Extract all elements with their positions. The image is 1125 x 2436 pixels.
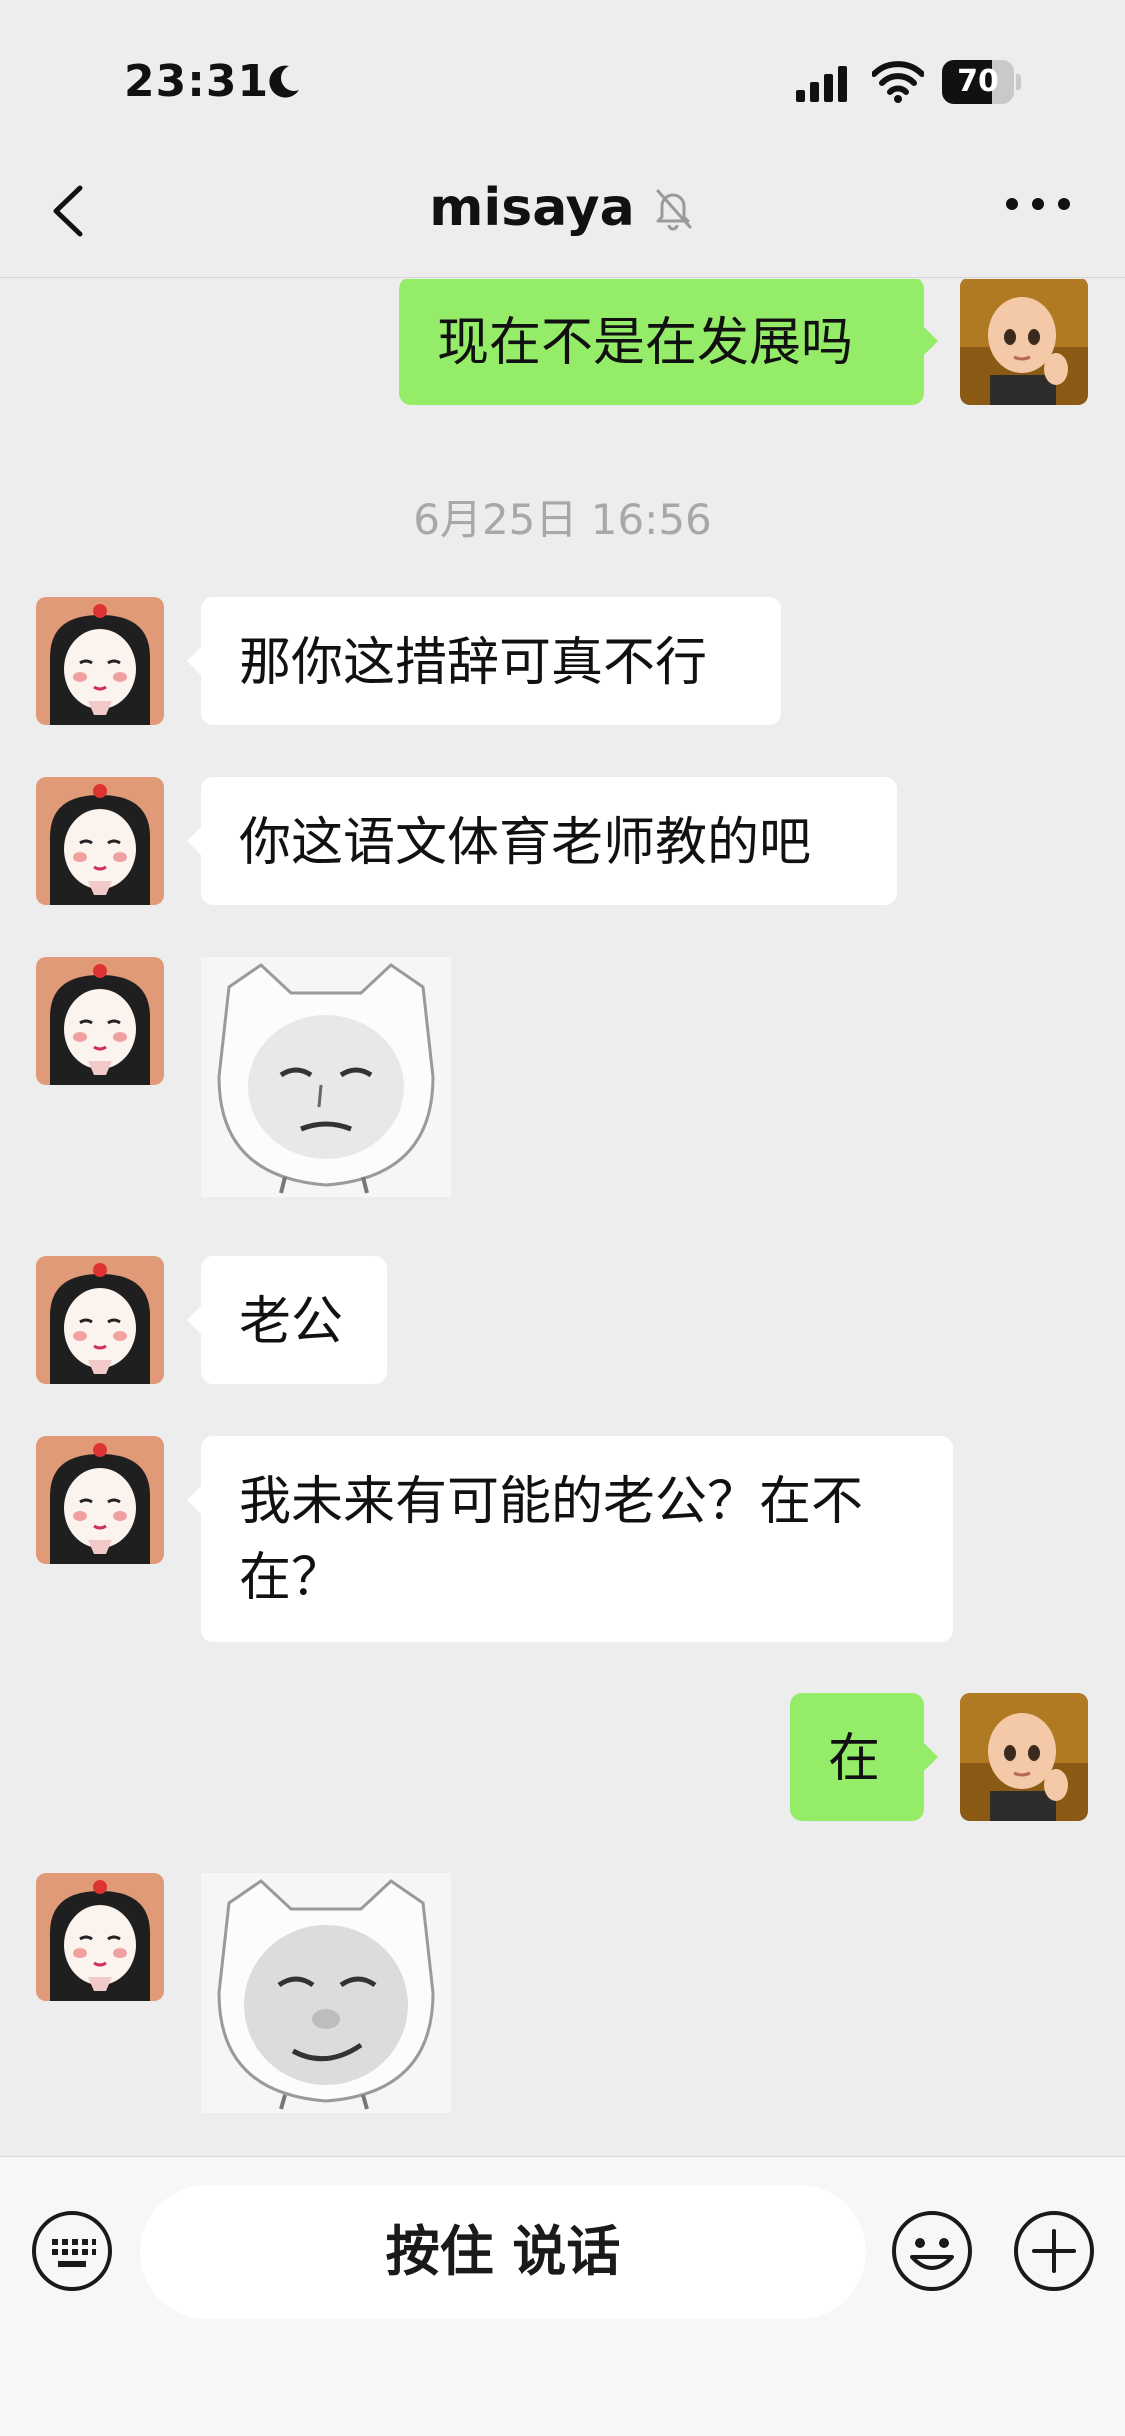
message-row-incoming xyxy=(0,957,1125,1207)
cellular-signal-icon xyxy=(796,66,847,102)
contact-avatar[interactable] xyxy=(36,1873,164,2001)
smirk-face-sticker[interactable] xyxy=(201,1873,451,2113)
message-bubble[interactable]: 你这语文体育老师教的吧 xyxy=(187,777,897,905)
moon-icon xyxy=(269,65,299,98)
cat-face-sticker[interactable] xyxy=(201,957,451,1197)
mute-bell-icon xyxy=(656,189,692,231)
emoji-icon[interactable] xyxy=(890,2209,974,2293)
hold-to-talk-button[interactable]: 按住 说话 xyxy=(140,2185,866,2319)
input-bar: 按住 说话 xyxy=(0,2156,1125,2436)
wifi-icon xyxy=(872,61,924,103)
title-area[interactable]: misaya xyxy=(0,178,1125,238)
message-bubble[interactable]: 那你这措辞可真不行 xyxy=(187,597,781,725)
more-dots-icon[interactable] xyxy=(1000,184,1076,224)
message-bubble[interactable]: 老公 xyxy=(187,1256,387,1384)
message-bubble[interactable]: 在 xyxy=(790,1693,938,1821)
status-bar: 23:31 70 xyxy=(0,0,1125,150)
my-avatar[interactable] xyxy=(960,1693,1088,1821)
keyboard-icon[interactable] xyxy=(30,2209,114,2293)
status-time: 23:31 xyxy=(124,56,270,107)
my-avatar[interactable] xyxy=(960,279,1088,405)
battery-icon: 70 xyxy=(942,60,1022,104)
message-row-incoming: 老公 xyxy=(0,1256,1125,1386)
message-row-incoming: 你这语文体育老师教的吧 xyxy=(0,777,1125,907)
message-row-incoming: 那你这措辞可真不行 xyxy=(0,597,1125,727)
chat-title: misaya xyxy=(429,178,635,238)
contact-avatar[interactable] xyxy=(36,1436,164,1564)
message-bubble[interactable]: 现在不是在发展吗 xyxy=(399,279,938,405)
message-list[interactable]: 现在不是在发展吗 6月25日 16:56 那你这措辞可真不行 你这语文体育老师教… xyxy=(0,279,1125,2156)
message-row-incoming: 我未来有可能的老公？在不在？ xyxy=(0,1436,1125,1646)
message-row-outgoing: 在 xyxy=(0,1693,1125,1823)
contact-avatar[interactable] xyxy=(36,957,164,1085)
message-row-outgoing: 现在不是在发展吗 xyxy=(0,279,1125,417)
contact-avatar[interactable] xyxy=(36,777,164,905)
message-bubble[interactable]: 我未来有可能的老公？在不在？ xyxy=(187,1436,953,1642)
contact-avatar[interactable] xyxy=(36,597,164,725)
battery-percent: 70 xyxy=(957,64,999,99)
chat-header: misaya xyxy=(0,150,1125,278)
contact-avatar[interactable] xyxy=(36,1256,164,1384)
plus-icon[interactable] xyxy=(1012,2209,1096,2293)
message-row-incoming xyxy=(0,1873,1125,2123)
message-timestamp: 6月25日 16:56 xyxy=(413,495,712,544)
